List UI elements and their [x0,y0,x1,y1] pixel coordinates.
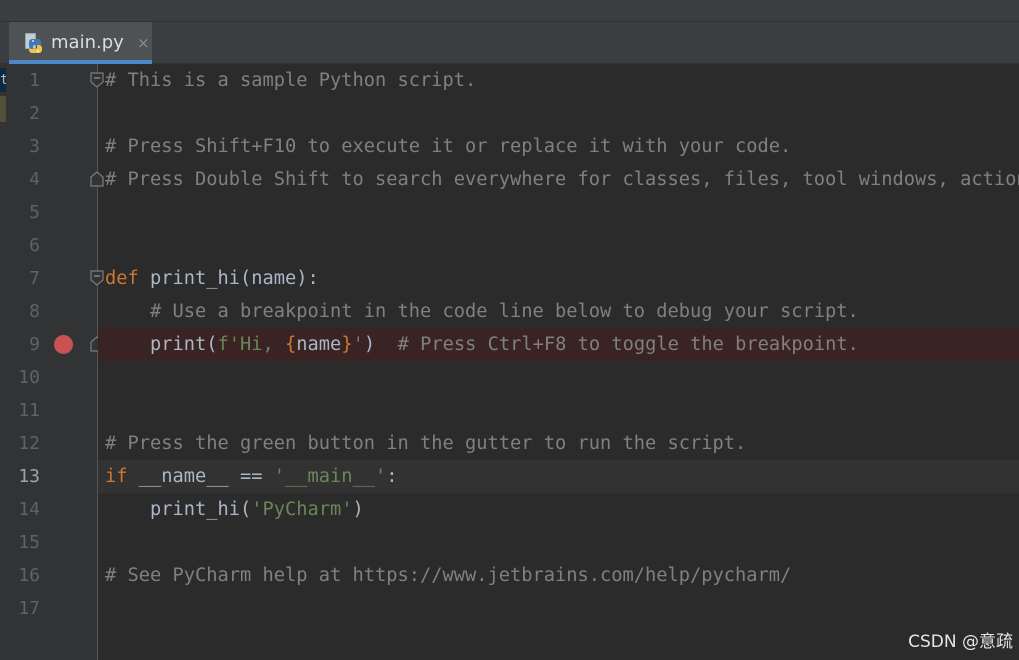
line-number[interactable]: 1 [0,64,40,97]
code-token: # Use a breakpoint in the code line belo… [105,301,859,322]
line-number[interactable]: 17 [0,592,40,625]
code-line[interactable]: # Press Double Shift to search everywher… [105,163,1019,196]
code-line[interactable]: print_hi('PyCharm') [105,493,364,526]
code-token: print_hi [150,268,241,289]
line-number[interactable]: 10 [0,361,40,394]
close-icon[interactable]: × [137,32,150,54]
code-token: __name__ == [138,466,274,487]
code-token: f'Hi, [217,334,286,355]
line-number[interactable]: 9 [0,328,40,361]
tab-main-py[interactable]: main.py × [9,22,152,64]
title-bar [0,0,1019,22]
line-number[interactable]: 7 [0,262,40,295]
code-token: # Press Ctrl+F8 to toggle the breakpoint… [397,334,859,355]
line-number[interactable]: 3 [0,130,40,163]
line-number[interactable]: 5 [0,196,40,229]
code-token: # This is a sample Python script. [105,70,477,91]
code-token: # Press the green button in the gutter t… [105,433,747,454]
code-line[interactable]: # Use a breakpoint in the code line belo… [105,295,859,328]
line-number[interactable]: 15 [0,526,40,559]
code-token: # Press Double Shift to search everywher… [105,169,1019,190]
breakpoint-icon[interactable] [54,335,73,354]
code-token: def [105,268,151,289]
line-number[interactable]: 6 [0,229,40,262]
line-number[interactable]: 13 [0,460,40,493]
code-token: # Press Shift+F10 to execute it or repla… [105,136,792,157]
line-number[interactable]: 8 [0,295,40,328]
line-number[interactable]: 12 [0,427,40,460]
line-number[interactable]: 4 [0,163,40,196]
line-number[interactable]: 2 [0,97,40,130]
code-line[interactable]: # Press the green button in the gutter t… [105,427,746,460]
code-token: ' [352,334,364,355]
code-token: '__main__' [273,466,387,487]
code-token: : [386,466,398,487]
code-token: print( [105,334,218,355]
code-line[interactable]: def print_hi(name): [105,262,319,295]
code-editor[interactable]: # This is a sample Python script. # Press… [98,64,1019,660]
editor-tab-bar: main.py × [0,22,1019,64]
tab-filename: main.py [51,32,124,53]
watermark: CSDN @意疏 [908,632,1013,652]
code-token: name [296,334,342,355]
code-line[interactable]: print(f'Hi, {name}') # Press Ctrl+F8 to … [105,328,859,361]
code-line[interactable]: if __name__ == '__main__': [105,460,398,493]
code-token: if [105,466,139,487]
code-token: (name): [240,268,319,289]
code-line[interactable]: # See PyCharm help at https://www.jetbra… [105,559,791,592]
code-token: print_hi( [105,499,252,520]
code-token: ) [363,334,398,355]
line-number[interactable]: 11 [0,394,40,427]
code-token: } [341,334,353,355]
code-line[interactable]: # This is a sample Python script. [105,64,476,97]
code-token: ) [352,499,364,520]
code-token: { [285,334,297,355]
line-number[interactable]: 16 [0,559,40,592]
python-file-icon [23,32,45,54]
code-token: # See PyCharm help at https://www.jetbra… [105,565,792,586]
code-token: 'PyCharm' [251,499,353,520]
code-line[interactable]: # Press Shift+F10 to execute it or repla… [105,130,791,163]
line-number[interactable]: 14 [0,493,40,526]
